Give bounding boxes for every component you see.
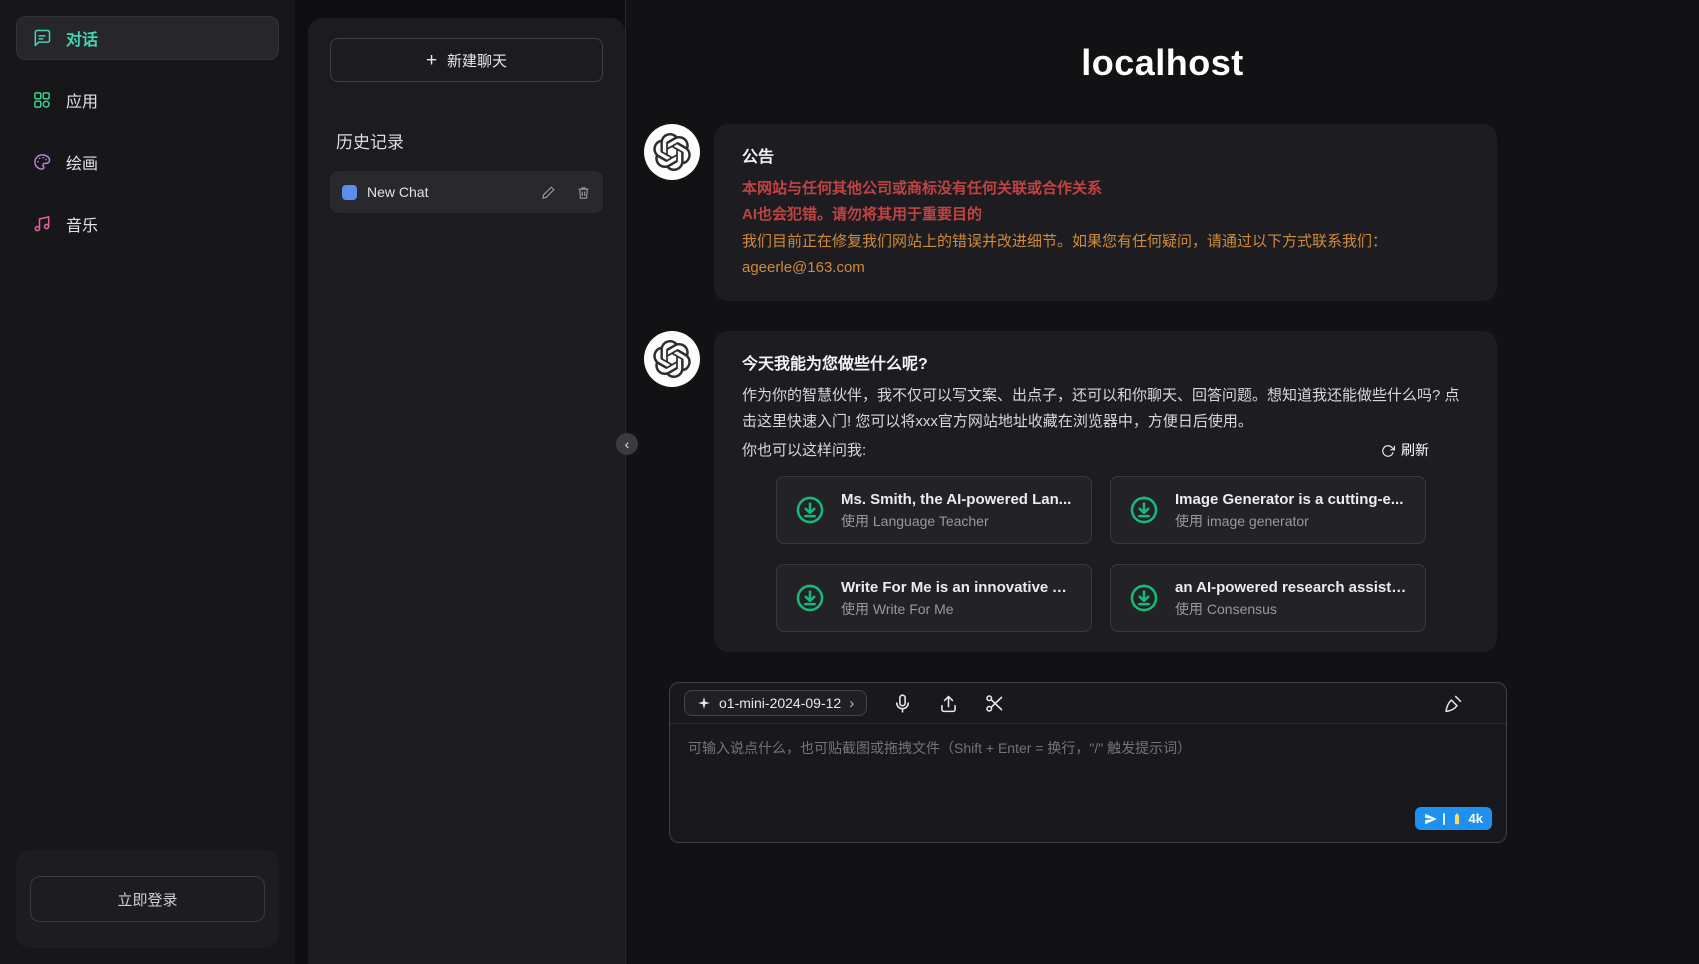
apps-grid-icon xyxy=(32,90,52,110)
suggestion-subtitle: 使用 Write For Me xyxy=(841,599,1075,620)
sidebar-item-apps[interactable]: 应用 xyxy=(16,78,279,122)
sidebar-item-music[interactable]: 音乐 xyxy=(16,202,279,246)
battery-icon xyxy=(1450,812,1464,826)
sidebar-item-label: 应用 xyxy=(66,88,98,112)
app-root: 对话 应用 绘画 音乐 立即登录 + 新建聊天 历 xyxy=(0,0,1699,964)
mic-icon[interactable] xyxy=(892,693,913,714)
message-input[interactable] xyxy=(670,724,1506,796)
sidebar-item-label: 绘画 xyxy=(66,150,98,174)
history-heading: 历史记录 xyxy=(336,128,603,153)
sidebar: 对话 应用 绘画 音乐 立即登录 xyxy=(0,0,295,964)
model-name: o1-mini-2024-09-12 xyxy=(719,695,841,711)
composer-body: 4k xyxy=(670,724,1506,842)
chat-main: localhost 公告 本网站与任何其他公司或商标没有任何关联或合作关系 AI… xyxy=(625,0,1699,964)
scissors-icon[interactable] xyxy=(984,693,1005,714)
openai-logo-icon xyxy=(644,124,700,180)
welcome-title: 今天我能为您做些什么呢? xyxy=(742,351,1469,379)
sparkle-icon xyxy=(697,696,711,710)
token-count-badge: 4k xyxy=(1469,811,1483,826)
composer: o1-mini-2024-09-12 › xyxy=(669,682,1507,843)
suggestion-text: Image Generator is a cutting-e... 使用 ima… xyxy=(1175,488,1403,532)
history-item-title: New Chat xyxy=(367,184,428,200)
announcement-warning: AI也会犯错。请勿将其用于重要目的 xyxy=(742,202,1469,228)
refresh-label: 刷新 xyxy=(1401,438,1429,463)
model-selector[interactable]: o1-mini-2024-09-12 › xyxy=(684,690,867,716)
announcement-title: 公告 xyxy=(742,144,1469,172)
send-plane-icon xyxy=(1424,812,1438,826)
suggestion-subtitle: 使用 Consensus xyxy=(1175,599,1409,620)
ask-hint: 你也可以这样问我: xyxy=(742,438,866,464)
suggestion-card[interactable]: Write For Me is an innovative A... 使用 Wr… xyxy=(776,564,1092,632)
divider xyxy=(1443,813,1445,825)
suggestion-title: an AI-powered research assista... xyxy=(1175,576,1409,599)
chat-bubble-icon xyxy=(32,28,52,48)
sidebar-item-label: 音乐 xyxy=(66,212,98,236)
new-chat-button[interactable]: + 新建聊天 xyxy=(330,38,603,82)
chevron-right-icon: › xyxy=(849,696,854,711)
suggestion-subtitle: 使用 image generator xyxy=(1175,511,1403,532)
suggestion-text: an AI-powered research assista... 使用 Con… xyxy=(1175,576,1409,620)
refresh-button[interactable]: 刷新 xyxy=(1381,438,1429,463)
contact-email-link[interactable]: ageerle@163.com xyxy=(742,259,865,276)
suggestion-title: Image Generator is a cutting-e... xyxy=(1175,488,1403,511)
openai-logo-icon xyxy=(644,331,700,387)
refresh-icon xyxy=(1381,444,1395,458)
download-circle-icon xyxy=(793,581,827,615)
announcement-notice: 我们目前正在修复我们网站上的错误并改进细节。如果您有任何疑问，请通过以下方式联系… xyxy=(742,229,1469,255)
welcome-bubble: 今天我能为您做些什么呢? 作为你的智慧伙伴，我不仅可以写文案、出点子，还可以和你… xyxy=(714,331,1497,652)
suggestion-cards: Ms. Smith, the AI-powered Lan... 使用 Lang… xyxy=(776,476,1469,633)
send-button[interactable]: 4k xyxy=(1415,807,1492,830)
new-chat-label: 新建聊天 xyxy=(447,50,507,71)
history-item[interactable]: New Chat xyxy=(330,171,603,213)
login-button[interactable]: 立即登录 xyxy=(30,876,265,922)
trash-icon[interactable] xyxy=(576,185,591,200)
suggestion-text: Write For Me is an innovative A... 使用 Wr… xyxy=(841,576,1075,620)
suggestion-title: Ms. Smith, the AI-powered Lan... xyxy=(841,488,1071,511)
collapse-chevron-icon: ‹ xyxy=(625,437,630,451)
composer-toolbar: o1-mini-2024-09-12 › xyxy=(670,683,1506,724)
announcement-bubble: 公告 本网站与任何其他公司或商标没有任何关联或合作关系 AI也会犯错。请勿将其用… xyxy=(714,124,1497,301)
login-card: 立即登录 xyxy=(16,850,279,948)
ask-row: 你也可以这样问我: 刷新 xyxy=(742,438,1429,464)
message-list: 公告 本网站与任何其他公司或商标没有任何关联或合作关系 AI也会犯错。请勿将其用… xyxy=(626,100,1699,652)
suggestion-card[interactable]: Image Generator is a cutting-e... 使用 ima… xyxy=(1110,476,1426,544)
page-title: localhost xyxy=(626,42,1699,84)
suggestion-title: Write For Me is an innovative A... xyxy=(841,576,1075,599)
download-circle-icon xyxy=(1127,581,1161,615)
history-panel: + 新建聊天 历史记录 New Chat xyxy=(308,18,625,964)
plus-icon: + xyxy=(426,51,437,70)
welcome-body: 作为你的智慧伙伴，我不仅可以写文案、出点子，还可以和你聊天、回答问题。想知道我还… xyxy=(742,383,1469,436)
broom-icon[interactable] xyxy=(1443,693,1464,714)
download-circle-icon xyxy=(1127,493,1161,527)
music-note-icon xyxy=(32,214,52,234)
message-welcome: 今天我能为您做些什么呢? 作为你的智慧伙伴，我不仅可以写文案、出点子，还可以和你… xyxy=(644,331,1699,652)
download-circle-icon xyxy=(793,493,827,527)
edit-icon[interactable] xyxy=(541,185,556,200)
announcement-disclaimer: 本网站与任何其他公司或商标没有任何关联或合作关系 xyxy=(742,176,1469,202)
suggestion-card[interactable]: an AI-powered research assista... 使用 Con… xyxy=(1110,564,1426,632)
chat-color-icon xyxy=(342,185,357,200)
collapse-sidebar-button[interactable]: ‹ xyxy=(616,433,638,455)
suggestion-subtitle: 使用 Language Teacher xyxy=(841,511,1071,532)
sidebar-item-label: 对话 xyxy=(66,26,98,50)
sidebar-item-drawing[interactable]: 绘画 xyxy=(16,140,279,184)
upload-icon[interactable] xyxy=(938,693,959,714)
message-announcement: 公告 本网站与任何其他公司或商标没有任何关联或合作关系 AI也会犯错。请勿将其用… xyxy=(644,124,1699,301)
suggestion-text: Ms. Smith, the AI-powered Lan... 使用 Lang… xyxy=(841,488,1071,532)
palette-icon xyxy=(32,152,52,172)
suggestion-card[interactable]: Ms. Smith, the AI-powered Lan... 使用 Lang… xyxy=(776,476,1092,544)
sidebar-item-chat[interactable]: 对话 xyxy=(16,16,279,60)
